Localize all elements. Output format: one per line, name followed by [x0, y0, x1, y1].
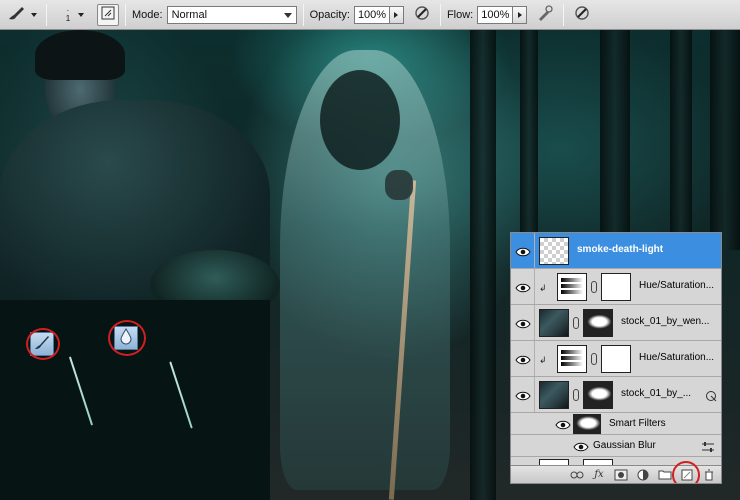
flow-label: Flow:: [446, 8, 474, 21]
brush-preset-picker[interactable]: · 1: [53, 4, 97, 26]
link-layers-button[interactable]: [569, 468, 585, 482]
filter-name: Gaussian Blur: [593, 440, 656, 451]
divider: [46, 3, 47, 26]
flow-slider-button[interactable]: [513, 5, 528, 24]
smart-filters-label: Smart Filters: [609, 418, 666, 429]
chevron-down-icon: [78, 12, 85, 17]
layer-mask-thumbnail: [583, 381, 613, 409]
pen-pressure-icon: [413, 4, 431, 25]
opacity-slider-button[interactable]: [389, 5, 404, 24]
layer-name: stock_01_by_wen...: [621, 316, 710, 327]
smudged-stroke-sample: [169, 361, 193, 429]
layer-mask-thumbnail: [601, 345, 631, 373]
layer-mask-thumbnail: [601, 273, 631, 301]
layers-panel: smoke-death-light ↲ Hue/Saturation... st…: [510, 232, 722, 484]
tutorial-inset: [0, 300, 270, 500]
layer-style-fx-button[interactable]: ƒx: [591, 468, 607, 482]
new-layer-button[interactable]: [672, 460, 700, 483]
visibility-eye-icon[interactable]: [515, 389, 531, 401]
new-group-button[interactable]: [657, 468, 673, 482]
delete-layer-button[interactable]: [701, 468, 717, 482]
layer-row[interactable]: stock_01_by_wen...: [511, 305, 721, 341]
layer-name: stock_01_by_...: [621, 388, 692, 399]
opacity-label: Opacity:: [309, 8, 350, 21]
tablet-opacity-pressure-button[interactable]: [410, 4, 434, 26]
layer-row[interactable]: stock_01_by_...: [511, 377, 721, 413]
brush-panel-icon: [101, 6, 115, 23]
link-chain-icon: [591, 281, 597, 293]
flow-input[interactable]: 100%: [477, 5, 514, 24]
blend-mode-value: Normal: [171, 8, 208, 21]
man-figure: [0, 30, 280, 320]
highlight-circle: [26, 328, 60, 360]
divider: [125, 3, 126, 26]
visibility-eye-icon[interactable]: [515, 245, 531, 257]
layer-name: Hue/Saturation...: [639, 280, 715, 291]
tree-trunk: [600, 30, 630, 240]
pen-pressure-icon: [573, 4, 591, 25]
toggle-brush-panel-button[interactable]: [97, 3, 119, 26]
layers-panel-footer: ƒx: [511, 460, 721, 483]
clipping-mask-arrow-icon: ↲: [539, 355, 547, 365]
layer-thumbnail: [539, 381, 569, 409]
blend-mode-select[interactable]: Normal: [166, 5, 297, 24]
tablet-size-pressure-button[interactable]: [570, 4, 594, 26]
tree-trunk: [670, 30, 692, 250]
chevron-down-icon: [31, 12, 37, 17]
visibility-eye-icon[interactable]: [515, 281, 531, 293]
visibility-eye-icon[interactable]: [555, 418, 571, 430]
chevron-down-icon: [283, 12, 292, 18]
visibility-eye-icon[interactable]: [573, 440, 589, 452]
layer-thumbnail: [539, 309, 569, 337]
smart-filter-mask-thumbnail: [573, 414, 601, 434]
brush-stroke-sample: [68, 356, 94, 426]
layer-thumbnail: [539, 237, 569, 265]
brush-size-readout: 1: [65, 13, 71, 23]
layer-row[interactable]: ↲ Hue/Saturation...: [511, 269, 721, 305]
add-mask-button[interactable]: [613, 468, 629, 482]
reaper-figure: [250, 30, 480, 500]
options-bar: · 1 Mode: Normal Opacity: 100% Flow: 100…: [0, 0, 740, 30]
adjustment-thumbnail: [557, 345, 587, 373]
layer-row[interactable]: smoke-death-light: [511, 233, 721, 269]
layer-mask-thumbnail: [583, 309, 613, 337]
adjustment-thumbnail: [557, 273, 587, 301]
tool-preset-picker[interactable]: [4, 4, 40, 26]
visibility-eye-icon[interactable]: [515, 317, 531, 329]
mode-label: Mode:: [132, 8, 163, 21]
visibility-eye-icon[interactable]: [515, 353, 531, 365]
divider: [439, 3, 441, 26]
chevron-right-icon: [517, 11, 522, 18]
tree-trunk: [710, 30, 740, 250]
link-chain-icon: [591, 353, 597, 365]
airbrush-icon: [536, 4, 554, 25]
filter-row[interactable]: Gaussian Blur: [511, 435, 721, 457]
smart-filter-indicator-icon[interactable]: [705, 389, 717, 407]
clipping-mask-arrow-icon: ↲: [539, 283, 547, 293]
link-chain-icon: [573, 389, 579, 401]
layer-name: Hue/Saturation...: [639, 352, 715, 363]
highlight-circle: [108, 320, 146, 356]
opacity-input[interactable]: 100%: [353, 5, 390, 24]
smart-filters-row[interactable]: Smart Filters: [511, 413, 721, 435]
link-chain-icon: [573, 317, 579, 329]
adjustment-layer-button[interactable]: [635, 468, 651, 482]
highlight-circle: [672, 460, 700, 483]
chevron-right-icon: [394, 11, 399, 18]
layer-name: smoke-death-light: [577, 244, 664, 255]
divider: [302, 3, 304, 26]
layer-row[interactable]: ↲ Hue/Saturation...: [511, 341, 721, 377]
brush-tool-icon: [7, 5, 27, 24]
filter-blending-options-icon[interactable]: [701, 440, 715, 458]
airbrush-toggle-button[interactable]: [533, 4, 557, 26]
divider: [563, 3, 565, 26]
